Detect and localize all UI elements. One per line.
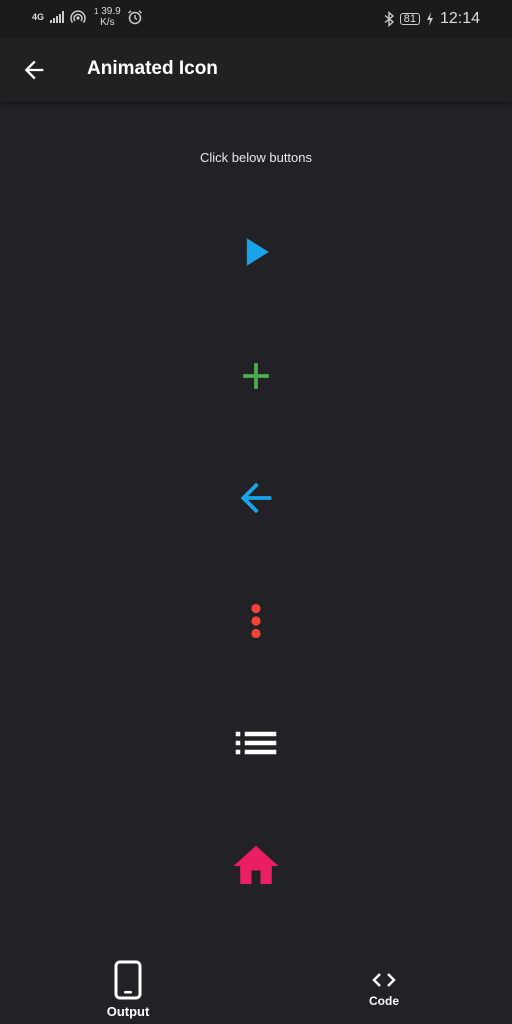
signal-strength-icon [50,11,65,23]
hotspot-icon [70,10,86,23]
bluetooth-icon [384,11,394,27]
page-title: Animated Icon [87,58,218,79]
play-button[interactable] [226,222,286,282]
home-button[interactable] [226,836,286,896]
nav-output[interactable]: Output [98,960,158,1019]
phone-icon [114,960,142,1000]
status-time: 12:14 [439,10,480,27]
nav-output-label: Output [106,1004,150,1019]
instruction-text: Click below buttons [200,150,312,165]
status-right: 81 12:14 [384,10,480,28]
list-icon [235,731,277,755]
status-left: 4G 1 39.9 K/s [32,6,143,28]
play-icon [246,238,269,266]
alarm-icon [127,10,142,25]
nav-code-label: Code [369,994,399,1008]
charging-icon [426,12,433,26]
app-bar: Animated Icon [0,38,512,102]
code-icon [372,973,396,987]
arrow-back-icon [240,482,272,514]
back-button[interactable] [20,56,48,84]
speed-unit: K/s [100,17,115,28]
network-speed: 1 39.9 K/s [94,6,121,28]
speed-superscript: 1 [94,7,99,16]
add-icon [243,363,269,389]
network-type: 4G [32,11,45,22]
home-icon [233,845,279,884]
battery-indicator: 81 [399,13,420,25]
status-bar: 4G 1 39.9 K/s 81 12:14 [0,0,512,38]
more-button[interactable] [226,591,286,651]
arrow-button[interactable] [226,468,286,528]
speed-value: 39.9 [101,6,121,17]
nav-code[interactable]: Code [354,970,414,1008]
add-button[interactable] [226,346,286,406]
more-vert-icon [251,603,261,639]
list-button[interactable] [226,713,286,773]
bottom-navigation: Output Code [0,950,512,1024]
arrow-back-icon [24,60,44,80]
